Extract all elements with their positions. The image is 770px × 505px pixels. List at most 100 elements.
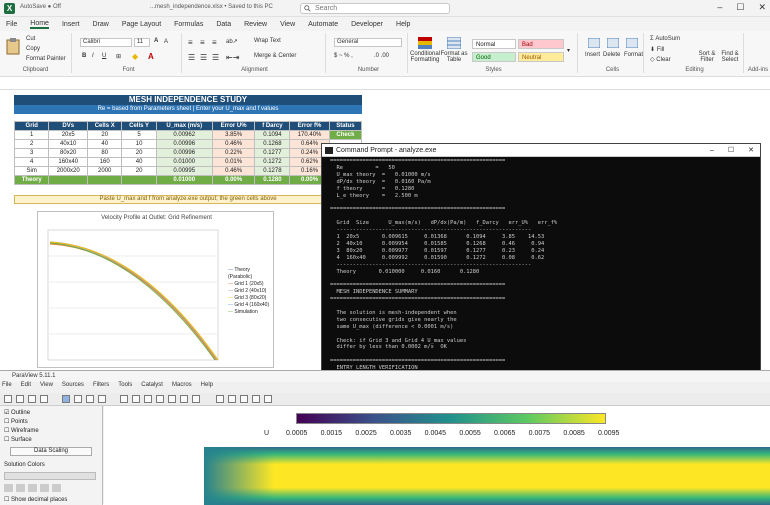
table-cell[interactable]: 1 (13, 130, 50, 140)
tab-help[interactable]: Help (396, 21, 410, 28)
col-header[interactable]: Grid (13, 121, 50, 131)
maximize-icon[interactable]: ☐ (736, 2, 744, 13)
format-cells-icon[interactable] (626, 38, 638, 48)
table-cell[interactable] (48, 175, 89, 185)
pv-menu-view[interactable]: View (40, 382, 53, 392)
clear-button[interactable]: ◇ Clear (650, 56, 671, 63)
table-cell[interactable]: 0.1094 (254, 130, 291, 140)
table-cell[interactable]: 10 (121, 139, 157, 149)
redo-icon[interactable] (98, 395, 106, 403)
pv-menu-file[interactable]: File (2, 382, 12, 392)
next-frame-icon[interactable] (40, 484, 49, 492)
align-left-icon[interactable]: ☰ (188, 53, 195, 62)
tab-automate[interactable]: Automate (308, 21, 338, 28)
sort-filter-button[interactable]: Sort & Filter (696, 51, 718, 63)
decimal-icon[interactable]: .0 .00 (374, 53, 389, 59)
number-format-select[interactable]: General (334, 38, 402, 47)
align-top-icon[interactable]: ≡ (188, 38, 193, 47)
table-cell[interactable]: 3.85% (211, 130, 256, 140)
pv-menu-filters[interactable]: Filters (93, 382, 109, 392)
pick-icon[interactable] (74, 395, 82, 403)
table-cell[interactable]: 0.00962 (155, 130, 213, 140)
styles-more-icon[interactable]: ▾ (567, 47, 570, 54)
reset-camera-icon[interactable] (132, 395, 140, 403)
contour-icon[interactable] (228, 395, 236, 403)
view-y-icon[interactable] (180, 395, 188, 403)
table-cell[interactable]: 0.46% (211, 139, 256, 149)
merge-center-button[interactable]: Merge & Center (254, 53, 296, 59)
table-cell[interactable]: 0.00995 (155, 166, 213, 176)
align-center-icon[interactable]: ☰ (200, 53, 207, 62)
grow-font-icon[interactable]: A (154, 38, 158, 44)
table-cell[interactable]: Check (328, 130, 363, 140)
play-icon[interactable] (28, 484, 37, 492)
prev-frame-icon[interactable] (16, 484, 25, 492)
pv-menu-macros[interactable]: Macros (172, 382, 192, 392)
table-cell[interactable]: 0.01% (211, 157, 256, 167)
tab-view[interactable]: View (280, 21, 295, 28)
table-cell[interactable]: 80 (87, 148, 123, 158)
conditional-formatting-button[interactable]: Conditional Formatting (410, 51, 440, 63)
save-state-icon[interactable] (28, 395, 36, 403)
align-bottom-icon[interactable]: ≡ (212, 38, 217, 47)
align-middle-icon[interactable]: ≡ (200, 38, 205, 47)
table-cell[interactable]: 5 (121, 130, 157, 140)
pv-menu-catalyst[interactable]: Catalyst (141, 382, 163, 392)
col-header[interactable]: f Darcy (254, 121, 291, 131)
col-header[interactable]: Error f% (289, 121, 330, 131)
format-button[interactable]: Format (624, 52, 643, 58)
cmd-close-icon[interactable]: ✕ (748, 144, 754, 157)
wrap-text-button[interactable]: Wrap Text (254, 38, 281, 44)
tab-data[interactable]: Data (216, 21, 231, 28)
data-scaling-button[interactable]: Data Scaling (10, 447, 92, 456)
style-neutral[interactable]: Neutral (518, 52, 564, 62)
table-cell[interactable]: 20x5 (48, 130, 89, 140)
orientation-icon[interactable]: ab↗ (226, 38, 238, 45)
font-name-select[interactable]: Calibri (80, 38, 132, 47)
check-show-decimal[interactable]: ☐ Show decimal places (4, 496, 67, 503)
view-z-icon[interactable] (192, 395, 200, 403)
check-surface[interactable]: ☐ Surface (4, 436, 32, 443)
paste-icon[interactable] (6, 37, 20, 55)
cmd-maximize-icon[interactable]: ☐ (728, 144, 734, 157)
insert-cells-icon[interactable] (588, 38, 600, 48)
table-cell[interactable]: 0.1277 (254, 148, 291, 158)
copy-button[interactable]: Copy (26, 46, 40, 52)
fill-color-icon[interactable]: ◆ (132, 52, 138, 61)
rotate-icon[interactable] (156, 395, 164, 403)
table-cell[interactable]: 0.1272 (254, 157, 291, 167)
col-header[interactable]: Cells Y (121, 121, 157, 131)
check-wireframe[interactable]: ☐ Wireframe (4, 427, 39, 434)
tab-file[interactable]: File (6, 21, 17, 28)
table-cell[interactable]: 160 (87, 157, 123, 167)
cut-button[interactable]: Cut (26, 36, 35, 42)
pv-menu-help[interactable]: Help (201, 382, 213, 392)
style-normal[interactable]: Normal (472, 39, 516, 49)
tab-draw[interactable]: Draw (92, 21, 108, 28)
col-header[interactable]: Cells X (87, 121, 123, 131)
glyph-icon[interactable] (264, 395, 272, 403)
table-cell[interactable]: 40 (87, 139, 123, 149)
formula-bar[interactable] (0, 77, 770, 90)
table-cell[interactable]: 4 (13, 157, 50, 167)
zoom-icon[interactable] (144, 395, 152, 403)
table-cell[interactable]: 0.00% (211, 175, 256, 185)
table-cell[interactable]: 0.46% (211, 166, 256, 176)
style-bad[interactable]: Bad (518, 39, 564, 49)
slice-icon[interactable] (240, 395, 248, 403)
open-icon[interactable] (4, 395, 12, 403)
clip-icon[interactable] (252, 395, 260, 403)
table-cell[interactable]: 0.01000 (155, 157, 213, 167)
print-icon[interactable] (40, 395, 48, 403)
col-header[interactable]: U_max (m/s) (155, 121, 213, 131)
style-good[interactable]: Good (472, 52, 516, 62)
indent-icon[interactable]: ⇤⇥ (226, 53, 239, 62)
check-points[interactable]: ☐ Points (4, 418, 28, 425)
close-icon[interactable]: ✕ (758, 2, 766, 13)
table-cell[interactable]: 0.1268 (254, 139, 291, 149)
minimize-icon[interactable]: – (717, 2, 722, 13)
delete-button[interactable]: Delete (603, 52, 620, 58)
search-box[interactable]: Search (300, 3, 450, 14)
underline-icon[interactable]: U (102, 53, 106, 59)
tab-review[interactable]: Review (244, 21, 267, 28)
